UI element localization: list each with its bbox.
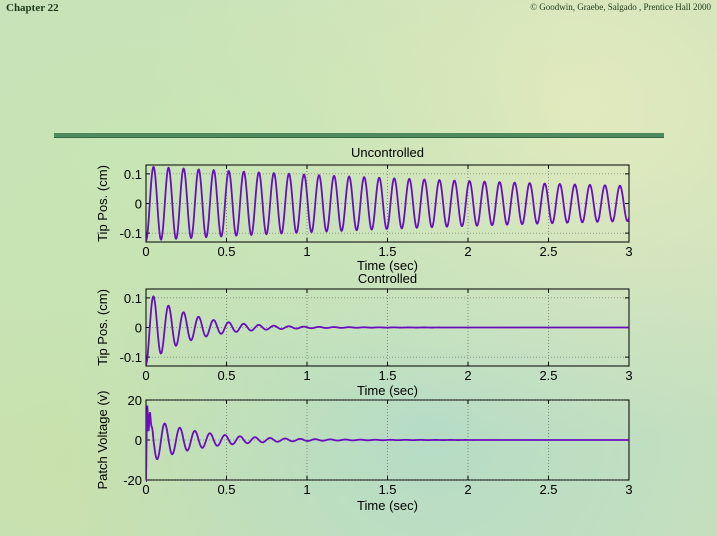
x-axis-label: Time (sec) — [357, 498, 418, 513]
y-tick-label: -0.1 — [120, 226, 142, 241]
y-tick-label: 0 — [135, 197, 142, 212]
x-tick-label: 0 — [142, 244, 149, 259]
x-tick-label: 1 — [303, 368, 310, 383]
y-tick-label: -20 — [123, 473, 142, 488]
y-tick-label: -0.1 — [120, 350, 142, 365]
y-tick-label: 0.1 — [124, 167, 142, 182]
x-tick-label: 2 — [464, 482, 471, 497]
x-tick-label: 3 — [625, 482, 632, 497]
chart-3: 0 0.5 1 1.5 2 2.5 3-20020Time (sec)Patch Volta… — [95, 391, 633, 514]
x-tick-label: 2.5 — [539, 482, 557, 497]
y-tick-label: 0.1 — [124, 291, 142, 306]
x-tick-label: 0 — [142, 482, 149, 497]
x-tick-label: 2.5 — [539, 368, 557, 383]
y-tick-label: 0 — [135, 433, 142, 448]
x-tick-label: 0.5 — [217, 368, 235, 383]
x-axis-label: Time (sec) — [357, 383, 418, 398]
y-tick-label: 20 — [128, 393, 142, 408]
y-axis-label: Tip Pos. (cm) — [95, 165, 110, 242]
x-tick-label: 1.5 — [378, 368, 396, 383]
chart-1: 0 0.5 1 1.5 2 2.5 3-0.100.1UncontrolledTime (s… — [95, 145, 633, 273]
chart-title: Controlled — [358, 271, 417, 286]
x-tick-label: 2.5 — [539, 244, 557, 259]
x-tick-label: 1.5 — [378, 244, 396, 259]
chart-title: Uncontrolled — [351, 145, 424, 160]
x-tick-label: 0.5 — [217, 482, 235, 497]
x-tick-label: 2 — [464, 368, 471, 383]
y-tick-label: 0 — [135, 321, 142, 336]
x-tick-label: 0.5 — [217, 244, 235, 259]
x-tick-label: 1.5 — [378, 482, 396, 497]
x-tick-label: 3 — [625, 244, 632, 259]
chart-2: 0 0.5 1 1.5 2 2.5 3-0.100.1ControlledTime (sec… — [95, 271, 633, 398]
x-tick-label: 1 — [303, 482, 310, 497]
series-line-1 — [146, 295, 629, 365]
x-tick-label: 0 — [142, 368, 149, 383]
y-axis-label: Tip Pos. (cm) — [95, 289, 110, 366]
x-tick-label: 3 — [625, 368, 632, 383]
x-tick-label: 2 — [464, 244, 471, 259]
plots-canvas: 0 0.5 1 1.5 2 2.5 3-0.100.1UncontrolledTime (s… — [95, 145, 633, 514]
x-tick-label: 1 — [303, 244, 310, 259]
y-axis-label: Patch Voltage (v) — [95, 391, 110, 490]
